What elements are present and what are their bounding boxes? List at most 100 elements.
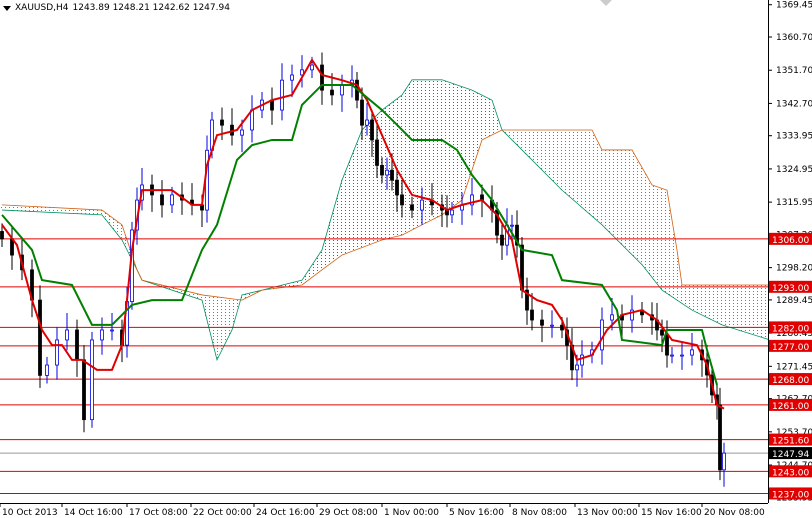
cloud-segment <box>542 129 545 173</box>
cloud-segment <box>658 187 661 288</box>
candle-body <box>360 99 364 126</box>
cloud-segment <box>586 129 589 213</box>
cloud-segment <box>6 205 9 211</box>
current-price-tag: 1247.94 <box>772 450 809 460</box>
cloud-segment <box>626 149 629 251</box>
cloud-segment <box>692 284 695 312</box>
cloud-segment <box>726 284 729 327</box>
candle-body <box>510 224 514 227</box>
level-price-tag: 1277.00 <box>772 343 809 353</box>
cloud-segment <box>492 106 495 134</box>
cloud-segment <box>38 206 41 212</box>
candle-body <box>340 84 344 96</box>
cloud-segment <box>594 137 597 220</box>
cloud-segment <box>476 93 479 152</box>
cloud-segment <box>530 129 533 160</box>
candle-body <box>82 359 86 421</box>
cloud-segment <box>472 91 475 165</box>
cloud-segment <box>526 129 529 156</box>
cloud-segment <box>88 209 91 215</box>
level-price-tag: 1251.60 <box>772 437 809 447</box>
candle-body <box>660 329 664 336</box>
cloud-segment <box>406 85 409 233</box>
cloud-segment <box>646 177 649 273</box>
candle-body <box>410 204 414 211</box>
cloud-segment <box>454 84 457 205</box>
cloud-segment <box>650 184 653 278</box>
cloud-segment <box>518 129 521 148</box>
candle-body <box>580 354 584 366</box>
cloud-segment <box>596 141 599 222</box>
cloud-segment <box>358 135 361 249</box>
cloud-segment <box>662 189 665 292</box>
cloud-segment <box>710 284 713 320</box>
plot-area <box>0 52 768 494</box>
x-tick-label: 14 Oct 16:00 <box>64 508 123 518</box>
cloud-segment <box>628 149 631 253</box>
cloud-segment <box>340 180 343 256</box>
cloud-segment <box>360 129 363 248</box>
cloud-segment <box>226 298 229 338</box>
candle-body <box>380 165 384 176</box>
candle-body <box>240 129 244 136</box>
x-tick-label: 24 Oct 16:00 <box>256 508 315 518</box>
cloud-segment <box>534 129 537 164</box>
cloud-segment <box>418 79 421 226</box>
cloud-segment <box>702 284 705 316</box>
cloud-segment <box>524 129 527 154</box>
candle-body <box>610 314 614 321</box>
price-chart[interactable]: 1369.45 1360.70 1351.70 1342.70 1333.95 1324.… <box>0 0 812 518</box>
candle-body <box>45 364 49 376</box>
cloud-segment <box>724 284 727 327</box>
cloud-segment <box>544 129 547 175</box>
cloud-segment <box>416 79 419 227</box>
dropdown-triangle-icon[interactable] <box>3 5 11 11</box>
cloud-segment <box>408 82 411 232</box>
cloud-segment <box>16 205 19 211</box>
cloud-segment <box>734 284 737 330</box>
candle-body <box>395 179 399 196</box>
cloud-segment <box>584 129 587 211</box>
cloud-segment <box>398 96 401 236</box>
cloud-segment <box>686 284 689 308</box>
level-price-tag: 1268.00 <box>772 376 809 386</box>
cloud-segment <box>728 284 731 328</box>
cloud-segment <box>0 204 3 211</box>
cloud-segment <box>766 284 768 340</box>
cloud-segment <box>28 206 31 212</box>
candle-body <box>280 79 284 111</box>
cloud-segment <box>670 220 673 297</box>
cloud-segment <box>566 129 569 196</box>
cloud-segment <box>652 185 655 280</box>
cloud-segment <box>576 129 579 205</box>
cloud-segment <box>498 124 501 131</box>
cloud-segment <box>540 129 543 171</box>
cloud-segment <box>72 208 75 214</box>
cloud-segment <box>354 145 357 250</box>
cloud-segment <box>460 86 463 201</box>
candle-body <box>290 74 294 81</box>
cloud-segment <box>350 155 353 252</box>
cloud-segment <box>720 284 723 325</box>
cloud-segment <box>610 149 613 235</box>
cloud-segment <box>12 205 15 211</box>
cloud-segment <box>718 284 721 324</box>
shift-marker-icon[interactable] <box>600 0 612 6</box>
cloud-segment <box>546 129 549 177</box>
cloud-segment <box>334 201 337 260</box>
cloud-segment <box>696 284 699 314</box>
cloud-segment <box>552 129 555 183</box>
cloud-segment <box>48 207 51 213</box>
cloud-segment <box>68 208 71 214</box>
candle-body <box>110 329 114 332</box>
cloud-segment <box>92 209 95 215</box>
cloud-segment <box>522 129 525 152</box>
cloud-segment <box>332 208 335 261</box>
y-tick-label: 1271.45 <box>776 362 812 372</box>
cloud-segment <box>568 129 571 198</box>
cloud-segment <box>84 209 87 215</box>
cloud-segment <box>220 297 223 350</box>
cloud-segment <box>70 208 73 214</box>
cloud-segment <box>442 80 445 214</box>
cloud-segment <box>602 149 605 227</box>
